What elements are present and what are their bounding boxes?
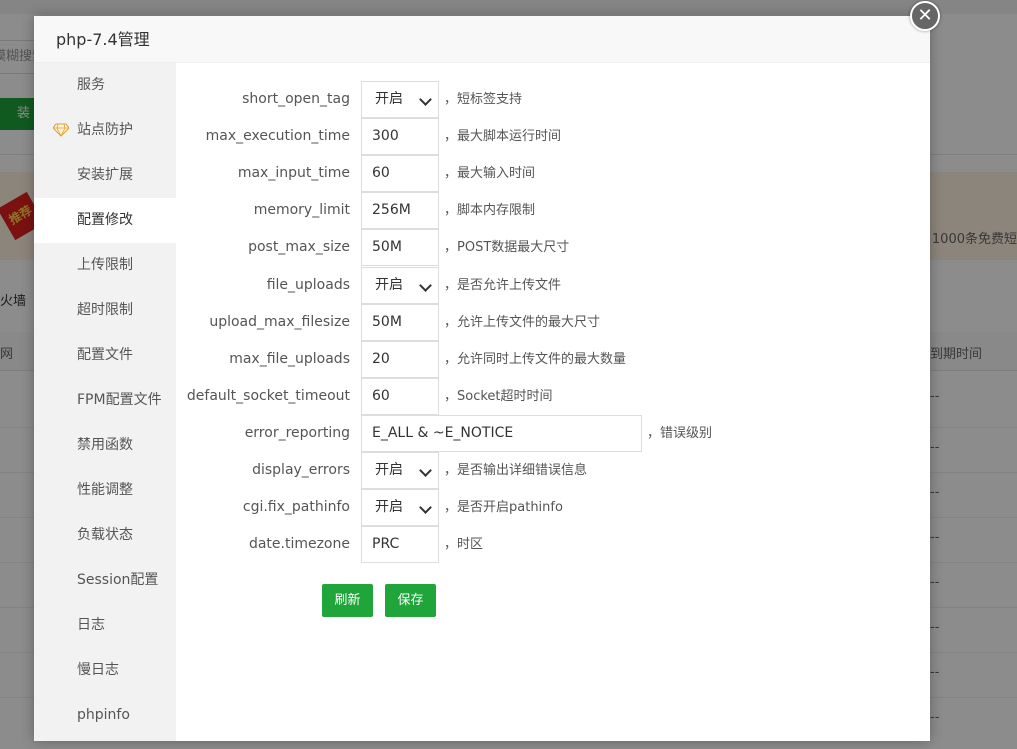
sidebar-item-performance[interactable]: 性能调整 xyxy=(34,468,176,513)
save-button[interactable]: 保存 xyxy=(385,584,436,617)
form-hint: ，POST数据最大尺寸 xyxy=(444,240,570,255)
max-file-uploads-input[interactable]: 20 xyxy=(361,341,439,378)
form-hint: ，允许同时上传文件的最大数量 xyxy=(444,352,627,367)
form-label: short_open_tag xyxy=(242,91,350,107)
max-input-time-input[interactable]: 60 xyxy=(361,155,439,192)
form-hint: ，错误级别 xyxy=(647,426,713,441)
sidebar-item-label: 负载状态 xyxy=(77,527,133,543)
form-label: upload_max_filesize xyxy=(209,314,350,330)
form-label: post_max_size xyxy=(248,239,350,255)
sidebar-item-phpinfo[interactable]: phpinfo xyxy=(34,693,176,738)
sidebar-item-label: FPM配置文件 xyxy=(77,392,162,408)
form-row-max-file-uploads: max_file_uploads 20 ，允许同时上传文件的最大数量 xyxy=(176,341,930,378)
form-row-post-max-size: post_max_size 50M ，POST数据最大尺寸 xyxy=(176,229,930,266)
form-hint: ，时区 xyxy=(444,537,484,552)
config-form: short_open_tag 开启 ，短标签支持 max_execution_t… xyxy=(176,63,930,741)
php-manage-dialog: php-7.4管理 服务 站点防护 安装扩展 配置修改 上传限制 超时限制 配置… xyxy=(34,16,930,741)
form-row-memory-limit: memory_limit 256M ，脚本内存限制 xyxy=(176,192,930,229)
sidebar-item-timeout-limit[interactable]: 超时限制 xyxy=(34,288,176,333)
sidebar-item-label: phpinfo xyxy=(77,707,130,723)
form-hint: ，脚本内存限制 xyxy=(444,203,536,218)
form-hint: ，短标签支持 xyxy=(444,92,523,107)
sidebar-item-site-protection[interactable]: 站点防护 xyxy=(34,108,176,153)
cgi-fix-pathinfo-select[interactable]: 开启 xyxy=(361,489,439,526)
error-reporting-input[interactable]: E_ALL & ~E_NOTICE xyxy=(361,415,642,452)
form-row-short-open-tag: short_open_tag 开启 ，短标签支持 xyxy=(176,81,930,118)
post-max-size-input[interactable]: 50M xyxy=(361,229,439,266)
sidebar-item-log[interactable]: 日志 xyxy=(34,603,176,648)
upload-max-filesize-input[interactable]: 50M xyxy=(361,304,439,341)
form-row-error-reporting: error_reporting E_ALL & ~E_NOTICE ，错误级别 xyxy=(176,415,930,452)
sidebar-item-label: 配置文件 xyxy=(77,347,133,363)
chevron-down-icon xyxy=(419,93,432,106)
form-label: max_execution_time xyxy=(205,128,350,144)
sidebar-item-label: 慢日志 xyxy=(77,662,119,678)
sidebar-item-label: 日志 xyxy=(77,617,105,633)
sidebar-item-config-edit[interactable]: 配置修改 xyxy=(34,198,176,243)
form-label: date.timezone xyxy=(248,536,350,552)
select-value: 开启 xyxy=(375,91,403,107)
memory-limit-input[interactable]: 256M xyxy=(361,192,439,229)
form-row-max-input-time: max_input_time 60 ，最大输入时间 xyxy=(176,155,930,192)
chevron-down-icon xyxy=(419,464,432,477)
file-uploads-select[interactable]: 开启 xyxy=(361,267,439,304)
sidebar-item-label: 超时限制 xyxy=(77,302,133,318)
sidebar-item-label: 服务 xyxy=(77,77,105,93)
form-hint: ，允许上传文件的最大尺寸 xyxy=(444,315,601,330)
sidebar-item-label: 性能调整 xyxy=(77,482,133,498)
sidebar-item-label: 配置修改 xyxy=(77,212,133,228)
dialog-sidebar: 服务 站点防护 安装扩展 配置修改 上传限制 超时限制 配置文件 FPM配置文件… xyxy=(34,63,176,741)
form-row-date-timezone: date.timezone PRC ，时区 xyxy=(176,526,930,563)
form-hint: ，是否允许上传文件 xyxy=(444,278,562,293)
form-row-upload-max-filesize: upload_max_filesize 50M ，允许上传文件的最大尺寸 xyxy=(176,304,930,341)
chevron-down-icon xyxy=(419,279,432,292)
refresh-button[interactable]: 刷新 xyxy=(322,584,373,617)
form-row-max-execution-time: max_execution_time 300 ，最大脚本运行时间 xyxy=(176,118,930,155)
sidebar-item-fpm-config[interactable]: FPM配置文件 xyxy=(34,378,176,423)
form-label: file_uploads xyxy=(266,277,350,293)
form-hint: ，最大输入时间 xyxy=(444,166,536,181)
form-row-cgi-fix-pathinfo: cgi.fix_pathinfo 开启 ，是否开启pathinfo xyxy=(176,489,930,526)
sidebar-item-load-status[interactable]: 负载状态 xyxy=(34,513,176,558)
diamond-icon xyxy=(53,123,69,137)
dialog-title: php-7.4管理 xyxy=(34,16,930,63)
sidebar-item-slow-log[interactable]: 慢日志 xyxy=(34,648,176,693)
sidebar-item-config-file[interactable]: 配置文件 xyxy=(34,333,176,378)
sidebar-item-label: 站点防护 xyxy=(77,122,133,138)
form-label: display_errors xyxy=(252,462,350,478)
select-value: 开启 xyxy=(375,277,403,293)
sidebar-item-upload-limit[interactable]: 上传限制 xyxy=(34,243,176,288)
date-timezone-input[interactable]: PRC xyxy=(361,526,439,563)
form-label: max_input_time xyxy=(237,165,350,181)
short-open-tag-select[interactable]: 开启 xyxy=(361,81,439,118)
select-value: 开启 xyxy=(375,499,403,515)
sidebar-item-label: Session配置 xyxy=(77,572,159,588)
form-label: error_reporting xyxy=(244,425,350,441)
sidebar-item-disabled-functions[interactable]: 禁用函数 xyxy=(34,423,176,468)
sidebar-item-label: 上传限制 xyxy=(77,257,133,273)
sidebar-item-service[interactable]: 服务 xyxy=(34,63,176,108)
form-label: default_socket_timeout xyxy=(186,388,350,404)
sidebar-item-session-config[interactable]: Session配置 xyxy=(34,558,176,603)
form-label: memory_limit xyxy=(253,202,350,218)
form-hint: ，是否输出详细错误信息 xyxy=(444,463,588,478)
form-hint: ，Socket超时时间 xyxy=(444,389,553,404)
sidebar-item-install-extension[interactable]: 安装扩展 xyxy=(34,153,176,198)
sidebar-item-label: 安装扩展 xyxy=(77,167,133,183)
sidebar-item-label: 禁用函数 xyxy=(77,437,133,453)
form-label: cgi.fix_pathinfo xyxy=(242,499,350,515)
form-hint: ，是否开启pathinfo xyxy=(444,500,563,515)
close-icon[interactable]: ✕ xyxy=(910,1,940,31)
form-label: max_file_uploads xyxy=(229,351,350,367)
chevron-down-icon xyxy=(419,501,432,514)
form-row-default-socket-timeout: default_socket_timeout 60 ，Socket超时时间 xyxy=(176,378,930,415)
form-row-display-errors: display_errors 开启 ，是否输出详细错误信息 xyxy=(176,452,930,489)
form-row-file-uploads: file_uploads 开启 ，是否允许上传文件 xyxy=(176,267,930,304)
default-socket-timeout-input[interactable]: 60 xyxy=(361,378,439,415)
form-hint: ，最大脚本运行时间 xyxy=(444,129,562,144)
max-execution-time-input[interactable]: 300 xyxy=(361,118,439,155)
select-value: 开启 xyxy=(375,462,403,478)
display-errors-select[interactable]: 开启 xyxy=(361,452,439,489)
